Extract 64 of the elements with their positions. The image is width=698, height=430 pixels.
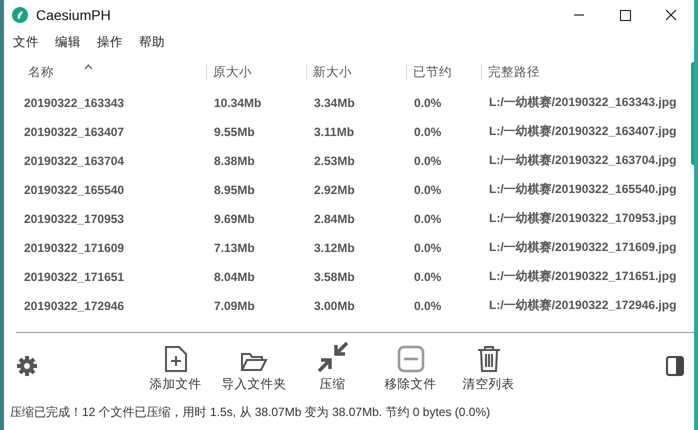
table-cell-text: 8.38Mb: [213, 154, 256, 168]
table-cell-text: 0.0%: [413, 240, 442, 254]
menu-item[interactable]: 帮助: [139, 34, 165, 50]
toolbar-button[interactable]: 压缩: [300, 339, 364, 393]
table-cell-text: 10.34Mb: [213, 96, 262, 110]
table-cell-text: L:/一幼棋赛/20190322_163704.jpg: [488, 152, 678, 169]
table-cell-text: 0.0%: [413, 96, 442, 110]
table-cell-text: 20190322_163704: [23, 154, 126, 168]
toolbar-button[interactable]: 导入文件夹: [222, 339, 286, 393]
sort-up-icon: [84, 64, 93, 70]
menu-item[interactable]: 编辑: [55, 34, 81, 50]
toolbar-button[interactable]: 添加文件: [144, 339, 208, 393]
table-cell-text: 2.53Mb: [313, 154, 356, 168]
table-cell-text: 8.95Mb: [213, 182, 256, 196]
table-cell-text: 3.12Mb: [313, 240, 356, 254]
table-cell-text: 2.92Mb: [313, 182, 356, 196]
column-header[interactable]: 完整路径: [488, 64, 540, 80]
table-cell-text: L:/一幼棋赛/20190322_165540.jpg: [488, 181, 678, 198]
table-cell-text: 8.04Mb: [213, 270, 256, 284]
table-cell-text: 7.09Mb: [213, 298, 256, 312]
table-cell-text: L:/一幼棋赛/20190322_163407.jpg: [488, 123, 678, 140]
folder-icon: [240, 351, 268, 373]
menu-item[interactable]: 文件: [13, 34, 39, 50]
add-file-icon: [164, 345, 188, 373]
table-cell-text: L:/一幼棋赛/20190322_170953.jpg: [488, 210, 678, 227]
table-cell-text: 3.00Mb: [313, 298, 356, 312]
panel-toggle-icon[interactable]: [666, 356, 684, 376]
table-cell-text: 0.0%: [413, 270, 442, 284]
minus-square-icon: [396, 345, 424, 373]
menu-item[interactable]: 操作: [97, 34, 123, 50]
table-cell-text: 3.11Mb: [313, 124, 356, 138]
window-title: CaesiumPH: [36, 7, 112, 23]
table-cell-text: 20190322_165540: [23, 182, 126, 196]
table-cell-text: 0.0%: [413, 124, 442, 138]
table-cell-text: 20190322_172946: [23, 298, 126, 312]
column-header[interactable]: 已节约: [413, 64, 452, 80]
status-text: 压缩已完成！12 个文件已压缩，用时 1.5s, 从 38.07Mb 变为 38.07Mb. 节约 0 bytes (0.0%): [10, 404, 490, 420]
table-cell-text: 20190322_170953: [23, 212, 126, 226]
table-cell-text: 0.0%: [413, 182, 442, 196]
column-header[interactable]: 原大小: [213, 64, 252, 80]
trash-icon: [476, 345, 500, 373]
table-cell-text: 20190322_171651: [23, 270, 126, 284]
table-cell-text: 9.69Mb: [213, 212, 256, 226]
column-header[interactable]: 名称: [28, 64, 93, 80]
app-logo-icon: [12, 7, 28, 23]
table-cell-text: L:/一幼棋赛/20190322_163343.jpg: [488, 94, 678, 111]
table-cell-text: 7.13Mb: [213, 240, 256, 254]
table-cell-text: L:/一幼棋赛/20190322_171609.jpg: [488, 239, 678, 256]
toolbar-button[interactable]: 清空列表: [456, 339, 520, 393]
table-cell-text: 0.0%: [413, 212, 442, 226]
table-cell-text: 0.0%: [413, 154, 442, 168]
table-cell-text: 20190322_163407: [23, 124, 126, 138]
table-cell-text: 3.34Mb: [313, 96, 356, 110]
table-cell-text: 0.0%: [413, 298, 442, 312]
table-cell-text: L:/一幼棋赛/20190322_172946.jpg: [488, 297, 678, 314]
table-cell-text: L:/一幼棋赛/20190322_171651.jpg: [488, 268, 678, 285]
table-cell-text: 3.58Mb: [313, 270, 356, 284]
settings-icon[interactable]: [16, 355, 38, 377]
table-cell-text: 20190322_163343: [23, 96, 126, 110]
table-cell-text: 20190322_171609: [23, 240, 126, 254]
table-cell-text: 2.84Mb: [313, 212, 356, 226]
compress-icon: [316, 341, 348, 373]
column-header[interactable]: 新大小: [313, 64, 352, 80]
table-cell-text: 9.55Mb: [213, 124, 256, 138]
